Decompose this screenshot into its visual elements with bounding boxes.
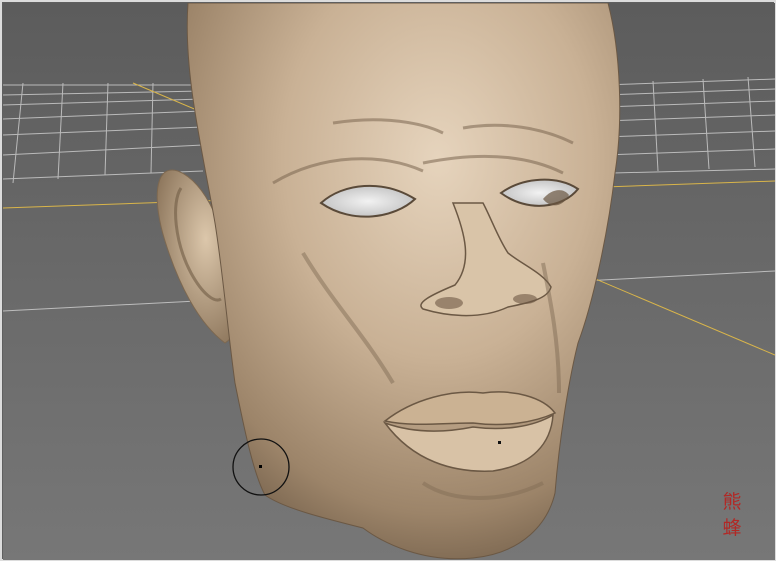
nostril-right <box>513 294 537 304</box>
brush-cursor-center <box>259 465 262 468</box>
watermark-signature: 熊 蜂 <box>720 489 744 541</box>
watermark-glyph-1: 熊 <box>722 491 742 513</box>
viewport-canvas[interactable] <box>3 3 775 560</box>
3d-viewport[interactable] <box>3 3 775 560</box>
nostril-left <box>435 297 463 309</box>
viewport-frame: 熊 蜂 <box>0 0 776 561</box>
watermark-glyph-2: 蜂 <box>722 517 742 539</box>
pivot-dot-icon[interactable] <box>498 441 501 444</box>
